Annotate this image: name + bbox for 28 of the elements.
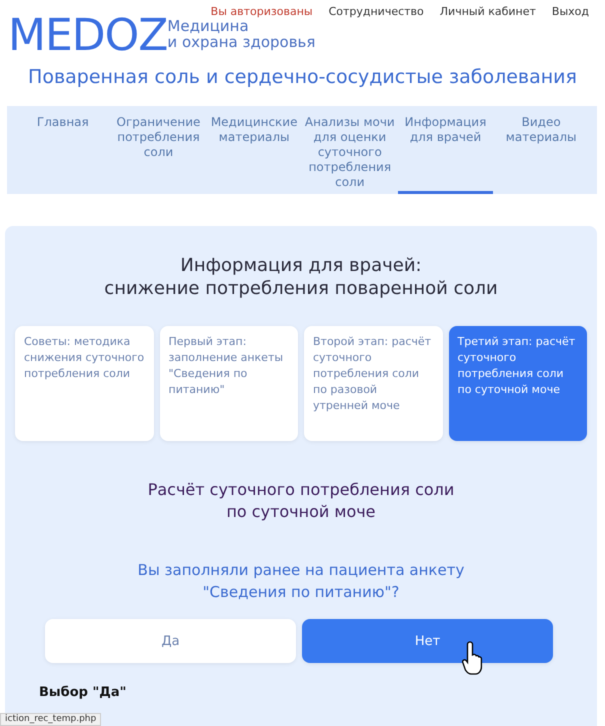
step-card[interactable]: Третий этап: расчёт суточного потребления соли по суточной моче [448,326,587,441]
choice-label: Выбор "Да" [39,685,128,700]
nav-tab[interactable]: Анализы мочи для оценки суточного потребления соли [302,106,398,194]
step-card[interactable]: Советы: методика снижения суточного потребления соли [15,326,154,441]
step-card[interactable]: Первый этап: заполнение анкеты "Сведения по питанию" [160,326,298,441]
page-heading: Информация для врачей: [179,254,423,277]
section-heading: Расчёт суточного потребления соли [146,479,456,501]
logo-wordmark[interactable]: MEDOZ [8,14,168,58]
top-link[interactable]: Личный кабинет [440,5,536,18]
nav-tab[interactable]: Медицинские материалы [206,106,302,194]
section-heading: по суточной моче [225,501,377,523]
status-url: iction_rec_temp.php [0,713,102,726]
logo-tagline: и охрана здоровья [167,34,316,50]
nav-tab[interactable]: Ограничение потребления соли [110,106,206,194]
step-card[interactable]: Второй этап: расчёт суточного потребления соли по разовой утренней моче [304,326,442,441]
auth-status[interactable]: Вы авторизованы [210,5,313,18]
top-link[interactable]: Выход [552,5,589,18]
site-title: Поваренная соль и сердечно-сосудистые заболевания [27,66,578,88]
nav-tab[interactable]: Видео материалы [493,106,589,194]
nav-tab[interactable]: Главная [15,106,111,194]
nav-tab[interactable]: Информация для врачей [398,106,494,194]
top-link[interactable]: Сотрудничество [328,5,424,18]
page-heading: снижение потребления поваренной соли [103,277,499,300]
question-text: "Сведения по питанию"? [202,582,400,603]
question-text: Вы заполняли ранее на пациента анкету [136,560,466,581]
answer-button[interactable]: Нет [302,619,553,663]
answer-button[interactable]: Да [45,619,296,663]
logo-tagline: Медицина [167,18,249,34]
